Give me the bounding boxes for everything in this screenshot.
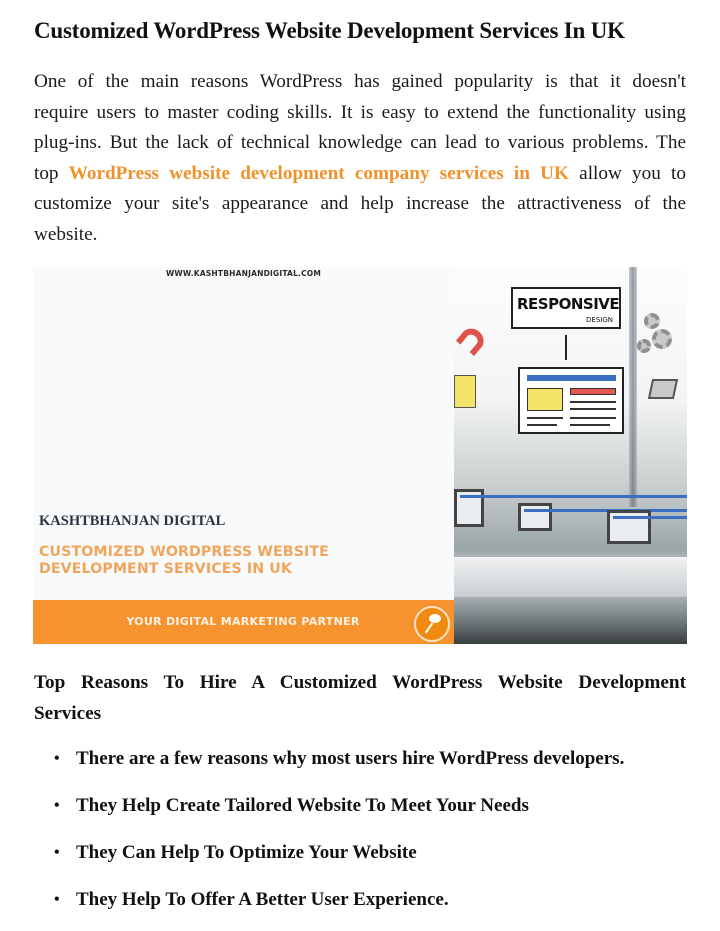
- list-item-text: They Can Help To Optimize Your Website: [76, 842, 417, 863]
- banner-text-panel: WWW.KASHTBHANJANDIGITAL.COM KASHTBHANJAN…: [33, 267, 454, 644]
- bullet-icon: •: [54, 844, 60, 861]
- sticky-note-icon: [454, 375, 476, 408]
- section-heading: Top Reasons To Hire A Customized WordPre…: [34, 672, 686, 724]
- page-title: Customized WordPress Website Development…: [34, 18, 625, 43]
- responsive-design-label: RESPONSIVE DESIGN: [511, 287, 621, 329]
- webpage-wireframe-icon: [518, 367, 624, 434]
- intro-paragraph: One of the main reasons WordPress has ga…: [34, 67, 686, 250]
- list-item-text: They Help To Offer A Better User Experie…: [76, 889, 449, 910]
- wireframe-red-block: [570, 388, 616, 395]
- banner-tagline-bar: YOUR DIGITAL MARKETING PARTNER: [33, 600, 454, 644]
- services-link[interactable]: WordPress website development company se…: [69, 163, 569, 184]
- list-item: • There are a few reasons why most users …: [54, 744, 624, 791]
- phone-icon: [455, 323, 489, 357]
- wireframe-image-block: [527, 388, 563, 411]
- bullet-icon: •: [54, 797, 60, 814]
- gear-icon: [644, 313, 660, 329]
- laptop-icon: [518, 503, 687, 531]
- connector-line: [565, 335, 567, 360]
- wireframe-header: [527, 375, 616, 381]
- background-pole: [629, 267, 637, 507]
- list-item: • They Help Create Tailored Website To Me…: [54, 791, 624, 838]
- banner-url: WWW.KASHTBHANJANDIGITAL.COM: [165, 269, 322, 278]
- gear-icon: [637, 339, 651, 353]
- gear-icon: [652, 329, 672, 349]
- illustration-title: RESPONSIVE: [517, 295, 620, 313]
- banner-headline: CUSTOMIZED WORDPRESS WEBSITE DEVELOPMENT…: [39, 544, 439, 577]
- brand-logo-icon: [414, 606, 450, 642]
- bullet-icon: •: [54, 891, 60, 908]
- wireframe-line: [527, 424, 557, 426]
- tablet-icon: [607, 510, 687, 544]
- desk-binder-photo: [454, 557, 687, 597]
- list-item-text: They Help Create Tailored Website To Mee…: [76, 795, 529, 816]
- wireframe-line: [570, 417, 616, 419]
- wireframe-line: [570, 401, 616, 403]
- desktop-monitor-icon: [454, 489, 687, 527]
- illustration-subtitle: DESIGN: [586, 316, 613, 324]
- list-item-text: There are a few reasons why most users h…: [76, 748, 625, 769]
- banner-headline-line1: CUSTOMIZED WORDPRESS WEBSITE: [39, 544, 329, 560]
- shopping-cart-icon: [647, 379, 679, 399]
- reasons-list: • There are a few reasons why most users …: [54, 744, 624, 931]
- wireframe-line: [570, 424, 610, 426]
- list-item: • They Can Help To Optimize Your Website: [54, 838, 624, 885]
- wireframe-line: [527, 417, 563, 419]
- promo-banner-image: WWW.KASHTBHANJANDIGITAL.COM KASHTBHANJAN…: [33, 267, 687, 644]
- bullet-icon: •: [54, 750, 60, 767]
- list-item: • They Help To Offer A Better User Experi…: [54, 885, 624, 931]
- banner-brand: KASHTBHANJAN DIGITAL: [39, 513, 226, 529]
- banner-tagline: YOUR DIGITAL MARKETING PARTNER: [126, 615, 360, 628]
- responsive-design-illustration: RESPONSIVE DESIGN: [454, 267, 687, 644]
- banner-headline-line2: DEVELOPMENT SERVICES IN UK: [39, 560, 292, 577]
- wireframe-line: [570, 408, 616, 410]
